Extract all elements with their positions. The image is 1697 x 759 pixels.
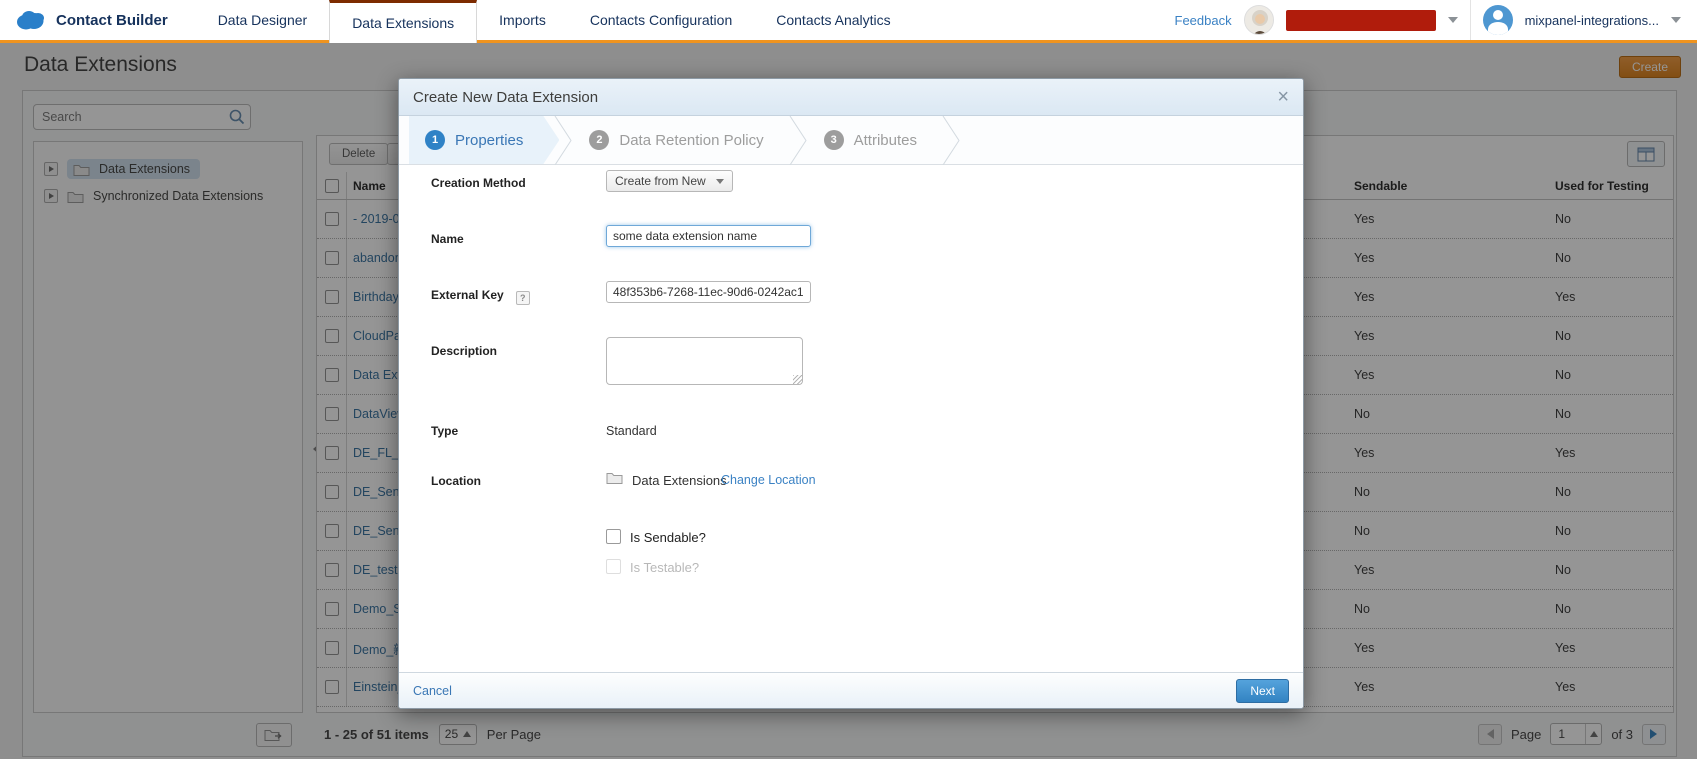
app-brand: Contact Builder [0,0,196,43]
external-key-input[interactable] [606,281,811,303]
external-key-label: External Key? [431,288,530,305]
is-sendable-label: Is Sendable? [630,530,706,545]
salesforce-cloud-logo-icon [14,9,46,31]
nav-right-cluster: Feedback mixpanel-integrations... [1175,0,1697,43]
description-label: Description [431,344,497,358]
step-attributes[interactable]: 3 Attributes [808,116,947,164]
step-separator-chevron-icon [941,116,961,165]
is-testable-checkbox [606,559,621,574]
cancel-link[interactable]: Cancel [413,684,452,698]
is-sendable-checkbox[interactable] [606,529,621,544]
step-label: Data Retention Policy [619,132,763,149]
chevron-down-icon [716,179,724,188]
modal-footer: Cancel Next [399,672,1303,708]
tab-data-designer[interactable]: Data Designer [196,0,330,43]
type-label: Type [431,424,458,438]
is-testable-label: Is Testable? [630,560,699,575]
nav-tabs: Data Designer Data Extensions Imports Co… [196,0,913,43]
account-chevron-down-icon[interactable] [1671,17,1681,28]
modal-title: Create New Data Extension [413,89,598,106]
chevron-down-icon[interactable] [1448,17,1458,28]
step-number-badge: 1 [425,130,445,150]
nav-accent-bar [0,40,1697,43]
step-data-retention-policy[interactable]: 2 Data Retention Policy [573,116,793,164]
masked-business-unit-selector[interactable] [1286,10,1436,31]
feedback-link[interactable]: Feedback [1175,13,1232,28]
tab-contacts-analytics[interactable]: Contacts Analytics [754,0,912,43]
nav-divider [1470,0,1471,40]
top-nav: Contact Builder Data Designer Data Exten… [0,0,1697,43]
app-title: Contact Builder [56,12,168,29]
creation-method-dropdown[interactable]: Create from New [606,170,733,192]
account-name[interactable]: mixpanel-integrations... [1525,13,1659,28]
close-icon[interactable]: × [1277,87,1289,107]
step-number-badge: 3 [824,130,844,150]
help-icon[interactable]: ? [516,291,530,305]
type-value: Standard [606,424,657,438]
tab-imports[interactable]: Imports [477,0,568,43]
tab-contacts-configuration[interactable]: Contacts Configuration [568,0,754,43]
tab-data-extensions[interactable]: Data Extensions [329,0,477,43]
step-separator-chevron-icon [788,116,808,165]
description-textarea[interactable] [606,337,803,385]
wizard-steps: 1 Properties 2 Data Retention Policy 3 A… [399,116,1303,165]
name-input[interactable] [606,225,811,247]
location-value: Data Extensions [632,473,727,488]
step-properties[interactable]: 1 Properties [409,116,559,164]
folder-icon [606,471,623,484]
user-avatar-icon [1483,5,1513,35]
step-label: Attributes [854,132,917,149]
creation-method-value: Create from New [615,174,706,188]
modal-header: Create New Data Extension × [399,79,1303,116]
change-location-link[interactable]: Change Location [721,473,816,487]
step-number-badge: 2 [589,130,609,150]
location-label: Location [431,474,481,488]
create-data-extension-modal: Create New Data Extension × 1 Properties… [398,78,1304,709]
step-label: Properties [455,132,523,149]
creation-method-label: Creation Method [431,176,526,190]
name-label: Name [431,232,464,246]
einstein-avatar [1244,5,1274,35]
resize-grip-icon[interactable] [793,375,802,384]
next-button[interactable]: Next [1236,679,1289,703]
